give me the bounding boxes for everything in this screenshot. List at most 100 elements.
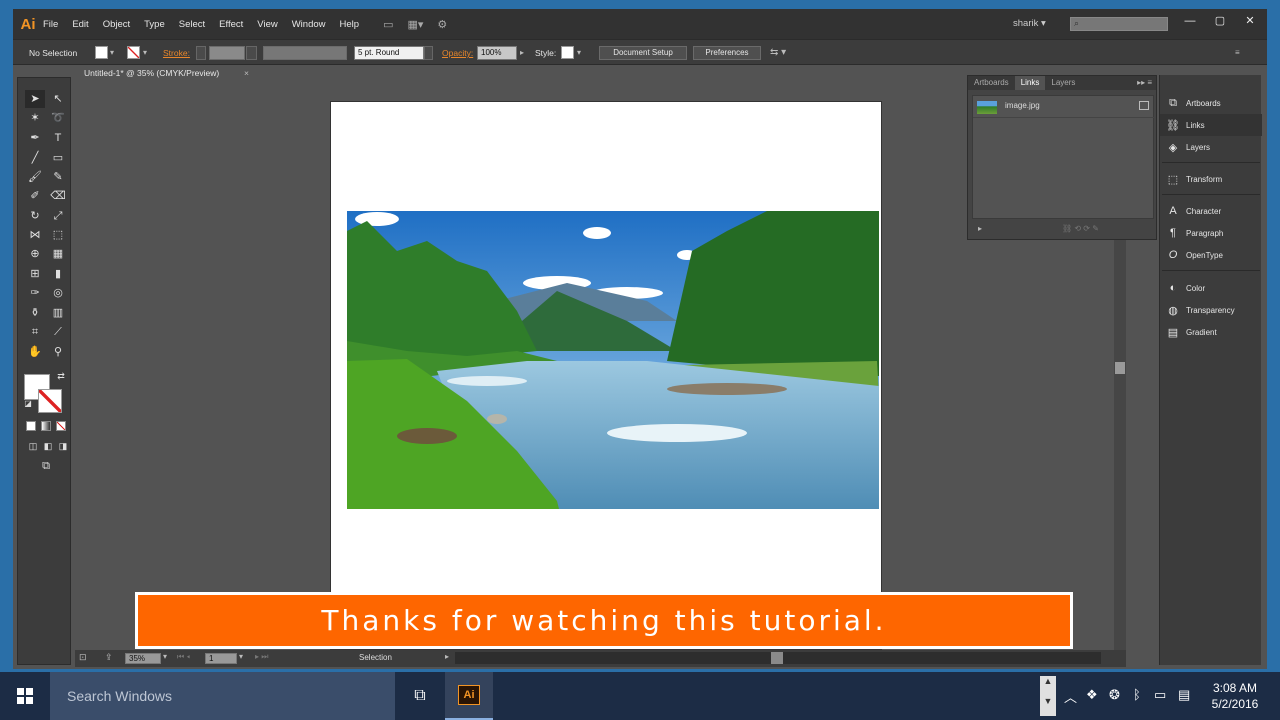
screen-mode-icon[interactable]: ⧉ bbox=[36, 457, 56, 475]
gradient-mode-icon[interactable] bbox=[41, 421, 51, 431]
default-colors-icon[interactable]: ◪ bbox=[18, 395, 38, 413]
document-setup-button[interactable]: Document Setup bbox=[599, 46, 687, 60]
tab-layers[interactable]: Layers bbox=[1045, 76, 1081, 90]
menu-help[interactable]: Help bbox=[340, 19, 360, 30]
placed-image[interactable] bbox=[347, 211, 879, 509]
tab-links[interactable]: Links bbox=[1014, 76, 1046, 90]
dock-artboards[interactable]: ⧉ Artboards bbox=[1160, 92, 1262, 114]
show-hidden-icons-icon[interactable]: ︿ bbox=[1064, 687, 1077, 706]
document-tab[interactable]: Untitled-1* @ 35% (CMYK/Preview) × bbox=[75, 65, 255, 81]
taskbar-search-box[interactable]: Search Windows bbox=[50, 672, 395, 720]
menu-view[interactable]: View bbox=[257, 19, 277, 30]
vertical-scroll-thumb[interactable] bbox=[1115, 362, 1125, 374]
fill-swatch[interactable] bbox=[95, 46, 108, 59]
arrange-documents-icon[interactable]: ▦▾ bbox=[407, 18, 423, 31]
artboard-number-field[interactable]: 1 bbox=[205, 653, 237, 664]
dropbox-icon[interactable]: ❖ bbox=[1086, 687, 1098, 703]
free-transform-tool-icon[interactable]: ⬚ bbox=[48, 226, 68, 244]
hand-tool-icon[interactable]: ✋ bbox=[25, 343, 45, 361]
menu-object[interactable]: Object bbox=[103, 19, 130, 30]
next-artboard-icon[interactable]: ▸ ⏭ bbox=[255, 652, 268, 662]
preferences-button[interactable]: Preferences bbox=[693, 46, 761, 60]
zoom-tool-icon[interactable]: ⚲ bbox=[48, 343, 68, 361]
search-stock-input[interactable]: ⌕ bbox=[1070, 17, 1168, 31]
illustrator-taskbar-button[interactable]: Ai bbox=[445, 672, 493, 720]
close-tab-icon[interactable]: × bbox=[244, 65, 249, 81]
dock-links[interactable]: ⛓ Links bbox=[1160, 114, 1262, 136]
dock-layers[interactable]: ◈ Layers bbox=[1160, 136, 1262, 158]
zoom-dropdown-icon[interactable]: ▾ bbox=[163, 652, 167, 661]
dock-character[interactable]: A Character bbox=[1160, 200, 1262, 222]
stroke-dropdown-icon[interactable]: ▾ bbox=[143, 46, 147, 60]
variable-width-dropdown[interactable] bbox=[263, 46, 347, 60]
menu-select[interactable]: Select bbox=[179, 19, 205, 30]
clock[interactable]: 3:08 AM 5/2/2016 bbox=[1200, 680, 1270, 712]
blend-tool-icon[interactable]: ◎ bbox=[48, 284, 68, 302]
stroke-weight-field[interactable] bbox=[209, 46, 245, 60]
paintbrush-tool-icon[interactable]: 🖌 bbox=[25, 168, 45, 186]
status-menu-arrow-icon[interactable]: ▸ bbox=[445, 652, 449, 661]
shape-builder-tool-icon[interactable]: ⊕ bbox=[25, 245, 45, 263]
blob-brush-tool-icon[interactable]: ✐ bbox=[25, 187, 45, 205]
rectangle-tool-icon[interactable]: ▭ bbox=[48, 149, 68, 167]
magic-wand-tool-icon[interactable]: ✶ bbox=[25, 109, 45, 127]
tray-overflow-button[interactable]: ▲ ▼ bbox=[1040, 676, 1056, 716]
dock-transparency[interactable]: ◍ Transparency bbox=[1160, 299, 1262, 321]
menu-file[interactable]: File bbox=[43, 19, 58, 30]
artboard-tool-icon[interactable]: ⌗ bbox=[25, 323, 45, 341]
gradient-tool-icon[interactable]: ▮ bbox=[48, 265, 68, 283]
slice-tool-icon[interactable]: ⟋ bbox=[48, 323, 68, 341]
type-tool-icon[interactable]: T bbox=[48, 129, 68, 147]
link-actions-icons[interactable]: ⛓ ⟲ ⟳ ✎ bbox=[1062, 224, 1099, 233]
fill-dropdown-icon[interactable]: ▾ bbox=[110, 46, 114, 60]
pen-tool-icon[interactable]: ✒ bbox=[25, 129, 45, 147]
panel-menu-icon[interactable]: ▸▸ ≡ bbox=[1137, 76, 1156, 90]
gpu-performance-icon[interactable]: ⚙ bbox=[437, 18, 447, 31]
opacity-field[interactable]: 100% bbox=[477, 46, 517, 60]
selection-tool-icon[interactable]: ➤ bbox=[25, 90, 45, 108]
dock-color[interactable]: ◐ Color bbox=[1160, 277, 1262, 299]
stroke-label[interactable]: Stroke: bbox=[163, 46, 190, 60]
menu-effect[interactable]: Effect bbox=[219, 19, 243, 30]
canvas-pasteboard[interactable] bbox=[75, 81, 1117, 650]
symbol-sprayer-tool-icon[interactable]: ⚱ bbox=[25, 304, 45, 322]
scale-tool-icon[interactable]: ⤢ bbox=[48, 207, 68, 225]
menu-edit[interactable]: Edit bbox=[72, 19, 88, 30]
maximize-button[interactable]: ▢ bbox=[1207, 12, 1233, 30]
brush-definition-dropdown[interactable]: 5 pt. Round bbox=[354, 46, 424, 60]
line-tool-icon[interactable]: ╱ bbox=[25, 149, 45, 167]
perspective-grid-tool-icon[interactable]: ▦ bbox=[48, 245, 68, 263]
stroke-weight-stepper[interactable] bbox=[196, 46, 206, 60]
swap-fill-stroke-icon[interactable]: ⇄ bbox=[51, 367, 71, 385]
rotate-tool-icon[interactable]: ↻ bbox=[25, 207, 45, 225]
artboard[interactable] bbox=[330, 101, 882, 650]
pencil-tool-icon[interactable]: ✎ bbox=[48, 168, 68, 186]
dock-gradient[interactable]: ▤ Gradient bbox=[1160, 321, 1262, 343]
start-button[interactable] bbox=[0, 672, 50, 720]
close-button[interactable]: ✕ bbox=[1237, 12, 1263, 30]
minimize-button[interactable]: — bbox=[1177, 12, 1203, 30]
eraser-tool-icon[interactable]: ⌫ bbox=[48, 187, 68, 205]
network-icon[interactable]: ▭ bbox=[1154, 687, 1166, 703]
bridge-icon[interactable]: ▭ bbox=[383, 18, 393, 31]
color-mode-icon[interactable] bbox=[26, 421, 36, 431]
style-dropdown-icon[interactable]: ▾ bbox=[577, 46, 581, 60]
gpu-preview-icon[interactable]: ⊡ bbox=[79, 652, 87, 663]
width-tool-icon[interactable]: ⋈ bbox=[25, 226, 45, 244]
dock-opentype[interactable]: O OpenType bbox=[1160, 244, 1262, 266]
user-menu[interactable]: sharik ▾ bbox=[1013, 18, 1046, 29]
share-icon[interactable]: ⇪ bbox=[105, 652, 113, 663]
bluetooth-icon[interactable]: ᛒ bbox=[1133, 687, 1141, 702]
arrange-icon[interactable]: ⇆ ▾ bbox=[770, 46, 786, 60]
column-graph-tool-icon[interactable]: ▥ bbox=[48, 304, 68, 322]
lasso-tool-icon[interactable]: ➰ bbox=[48, 109, 68, 127]
eyedropper-tool-icon[interactable]: ✑ bbox=[25, 284, 45, 302]
opacity-label[interactable]: Opacity: bbox=[442, 46, 473, 60]
sync-icon[interactable]: ❂ bbox=[1109, 687, 1120, 703]
link-item[interactable]: image.jpg bbox=[973, 96, 1155, 118]
show-link-info-icon[interactable]: ▸ bbox=[978, 224, 982, 233]
none-mode-icon[interactable] bbox=[56, 421, 66, 431]
mesh-tool-icon[interactable]: ⊞ bbox=[25, 265, 45, 283]
zoom-field[interactable]: 35% bbox=[125, 653, 161, 664]
horizontal-scroll-thumb[interactable] bbox=[771, 652, 783, 664]
